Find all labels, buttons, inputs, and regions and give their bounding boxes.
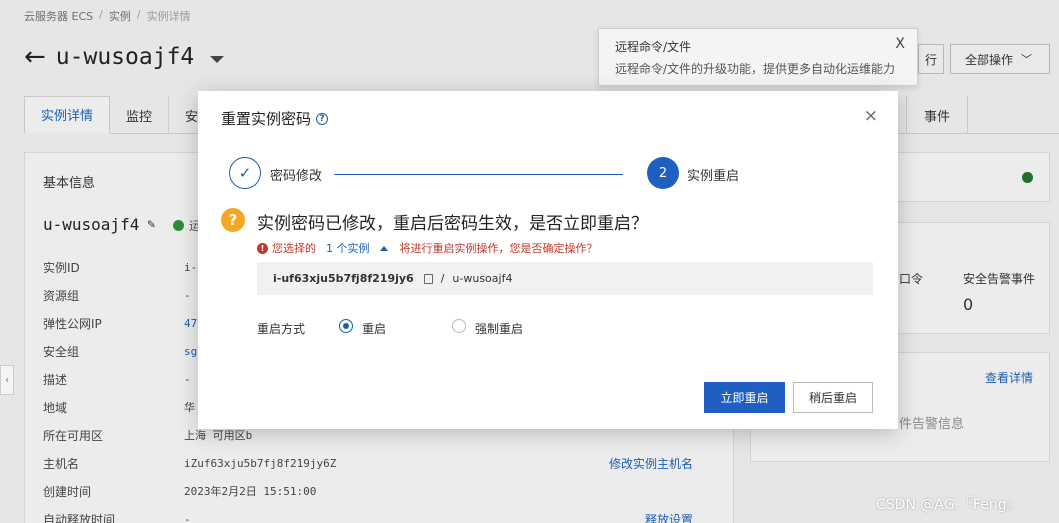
running-status-icon xyxy=(173,220,184,231)
edit-pencil-icon[interactable]: ✎ xyxy=(147,217,155,232)
question-icon: ? xyxy=(221,208,245,232)
tab-monitoring[interactable]: 监控 xyxy=(110,96,170,134)
all-actions-button[interactable]: 全部操作 ﹀ xyxy=(950,44,1050,74)
info-value: 华 xyxy=(184,401,195,414)
breadcrumb-ecs[interactable]: 云服务器 ECS xyxy=(24,8,93,24)
modify-hostname-link[interactable]: 修改实例主机名 xyxy=(609,455,733,472)
breadcrumb-instances[interactable]: 实例 xyxy=(109,8,131,24)
header-partial-button[interactable]: 行 xyxy=(918,44,944,74)
info-value: - xyxy=(184,512,191,523)
back-arrow-icon[interactable]: ← xyxy=(24,44,46,70)
tooltip-close-icon[interactable]: X xyxy=(895,36,905,52)
view-details-link[interactable]: 查看详情 xyxy=(985,369,1033,386)
selected-instance-box: i-uf63xju5b7fj8f219jy6 / u-wusoajf4 xyxy=(257,262,873,295)
remote-command-tooltip: 远程命令/文件 远程命令/文件的升级功能，提供更多自动化运维能力 X xyxy=(598,28,918,86)
tab-events[interactable]: 事件 xyxy=(906,96,968,134)
step2-number: 2 xyxy=(647,157,679,189)
release-settings-link[interactable]: 释放设置 xyxy=(645,511,733,523)
info-key: 描述 xyxy=(43,372,68,387)
basic-info-header: 基本信息 xyxy=(43,176,96,191)
info-value: - xyxy=(184,288,191,302)
selected-instance-id: i-uf63xju5b7fj8f219jy6 xyxy=(273,272,414,285)
info-value: iZuf63xju5b7fj8f219jy6Z xyxy=(184,456,337,470)
step-connector xyxy=(334,174,623,175)
header-partial-button-label: 行 xyxy=(925,52,938,67)
reboot-mode-label: 重启方式 xyxy=(257,322,306,336)
reboot-later-button[interactable]: 稍后重启 xyxy=(793,382,873,413)
info-key: 主机名 xyxy=(43,456,80,471)
info-row: 创建时间 2023年2月2日 15:51:00 xyxy=(43,477,733,505)
step2-label: 实例重启 xyxy=(687,169,740,184)
caret-down-icon[interactable] xyxy=(210,55,225,63)
info-key: 弹性公网IP xyxy=(43,316,102,331)
step-done-check-icon: ✓ xyxy=(229,157,261,189)
chevron-left-icon: ‹ xyxy=(5,374,9,386)
breadcrumb-separator: / xyxy=(99,8,103,21)
info-value: 2023年2月2日 15:51:00 xyxy=(184,485,317,498)
step1-label: 密码修改 xyxy=(270,169,323,184)
help-icon[interactable]: ? xyxy=(316,112,329,125)
confirm-question: 实例密码已修改，重启后密码生效，是否立即重启？ xyxy=(257,214,648,234)
alert-info-text: 件告警信息 xyxy=(899,417,965,432)
instance-name: u-wusoajf4 ✎ xyxy=(43,215,155,234)
info-key: 资源组 xyxy=(43,288,80,303)
info-row: 自动释放时间 - 释放设置 xyxy=(43,505,733,523)
chevron-down-icon: ﹀ xyxy=(1021,53,1033,66)
info-value: 上海 可用区b xyxy=(184,429,253,442)
radio-reboot-label[interactable]: 重启 xyxy=(362,320,386,337)
breadcrumb-separator: / xyxy=(136,8,141,21)
reset-password-dialog: 重置实例密码 ? × ✓ 密码修改 2 实例重启 ? 实例密码已修改，重启后密码… xyxy=(198,91,898,429)
all-actions-label: 全部操作 xyxy=(965,52,1014,67)
page-title-row: ← u-wusoajf4 xyxy=(24,44,225,70)
instance-count-link[interactable]: 1 个实例 xyxy=(326,240,370,256)
tooltip-title: 远程命令/文件 xyxy=(615,40,692,54)
watermark: CSDN @AG.『Feng』 xyxy=(876,497,1021,513)
dialog-title: 重置实例密码 ? xyxy=(221,108,329,129)
radio-force-reboot-label[interactable]: 强制重启 xyxy=(475,320,523,337)
selected-instance-name: u-wusoajf4 xyxy=(452,272,513,285)
page-title: u-wusoajf4 xyxy=(55,44,195,70)
warning-prefix: 您选择的 xyxy=(272,242,316,255)
info-key: 实例ID xyxy=(43,260,80,275)
warning-icon: ! xyxy=(257,242,268,254)
tooltip-body: 远程命令/文件的升级功能，提供更多自动化运维能力 xyxy=(615,62,896,76)
dialog-close-icon[interactable]: × xyxy=(864,106,878,126)
caret-up-icon[interactable] xyxy=(379,245,388,251)
breadcrumb-current: 实例详情 xyxy=(146,10,191,23)
status-ok-icon xyxy=(1022,172,1033,183)
info-key: 创建时间 xyxy=(43,484,92,499)
info-key: 安全组 xyxy=(43,344,80,359)
warning-suffix: 将进行重启实例操作，您是否确定操作？ xyxy=(399,242,598,255)
instance-name-text: u-wusoajf4 xyxy=(43,215,140,234)
security-alert-count: 0 xyxy=(963,295,974,314)
info-key: 自动释放时间 xyxy=(43,512,116,523)
info-key: 地域 xyxy=(43,400,68,415)
tab-instance-details[interactable]: 实例详情 xyxy=(24,96,111,134)
security-alert-label: 安全告警事件 xyxy=(963,272,1036,286)
password-label: 口令 xyxy=(899,272,924,286)
dialog-title-text: 重置实例密码 xyxy=(221,110,312,128)
copy-icon[interactable] xyxy=(423,273,433,284)
radio-reboot[interactable] xyxy=(339,319,353,333)
info-row: 主机名 iZuf63xju5b7fj8f219jy6Z 修改实例主机名 xyxy=(43,449,733,477)
instance-separator: / xyxy=(440,272,445,285)
info-key: 所在可用区 xyxy=(43,428,104,443)
reboot-now-button[interactable]: 立即重启 xyxy=(704,382,785,413)
sidebar-collapse-handle[interactable]: ‹ xyxy=(0,365,14,395)
radio-force-reboot[interactable] xyxy=(452,319,466,333)
info-value: - xyxy=(184,372,191,386)
warning-line: ! 您选择的 1 个实例 将进行重启实例操作，您是否确定操作？ xyxy=(257,240,598,256)
breadcrumb: 云服务器 ECS / 实例 / 实例详情 xyxy=(24,8,191,24)
